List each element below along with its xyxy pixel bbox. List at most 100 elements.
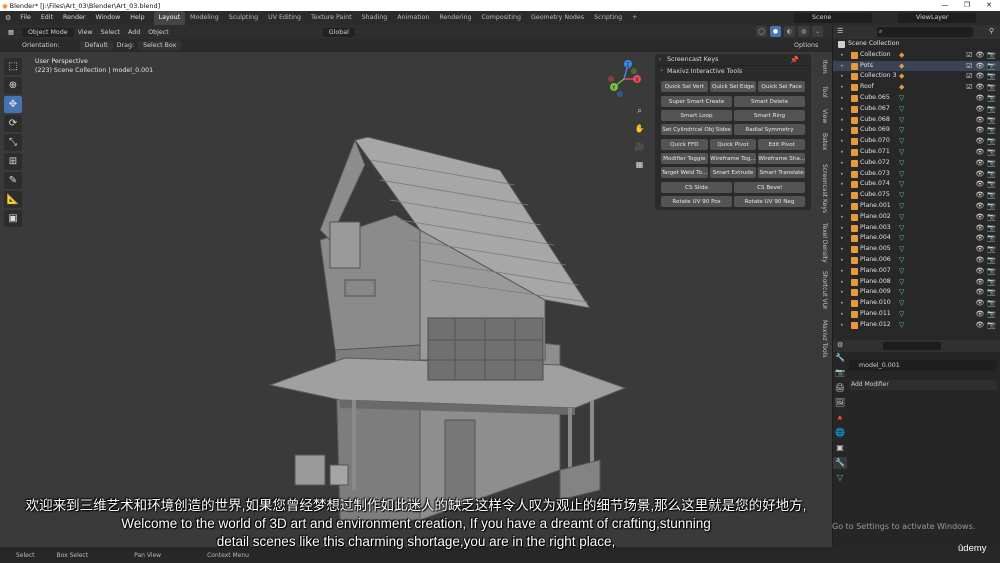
mesh-data-icon[interactable]: ▽ (899, 136, 904, 147)
target-weld-button[interactable]: Target Weld To... (661, 167, 708, 178)
outliner-root[interactable]: Scene Collection (833, 39, 1000, 50)
rotate-tool-icon[interactable]: ⟳ (4, 115, 22, 132)
mesh-data-icon[interactable]: ▽ (899, 158, 904, 169)
maxivz-tools-header[interactable]: Maxivz Interactive Tools (655, 64, 811, 76)
expand-arrow-icon[interactable]: ▸ (841, 255, 844, 266)
expand-arrow-icon[interactable]: ▸ (841, 223, 844, 234)
mesh-data-icon[interactable]: ▽ (899, 201, 904, 212)
outliner-object-row[interactable]: ▸ Plane.010 ▽ 👁 📷 (833, 298, 1000, 309)
camera-icon[interactable]: 🎥 (633, 140, 646, 153)
outliner-object-row[interactable]: ▸ Plane.001 ▽ 👁 📷 (833, 201, 1000, 212)
tab-batex[interactable]: Batex (814, 130, 828, 154)
camera-render-icon[interactable]: 📷 (987, 277, 996, 288)
camera-render-icon[interactable]: 📷 (987, 233, 996, 244)
outliner-collection-row[interactable]: ▸ Collection 3 ◆ ☑ 👁 📷 (833, 71, 1000, 82)
camera-render-icon[interactable]: 📷 (987, 158, 996, 169)
mesh-data-icon[interactable]: ▽ (899, 244, 904, 255)
expand-arrow-icon[interactable]: ▸ (841, 169, 844, 180)
collection-filter-icon[interactable]: ◆ (899, 50, 904, 61)
expand-arrow-icon[interactable]: ▸ (841, 201, 844, 212)
expand-arrow-icon[interactable]: ▸ (841, 298, 844, 309)
eye-icon[interactable]: 👁 (975, 244, 984, 255)
mesh-data-icon[interactable]: ▽ (899, 298, 904, 309)
solid-shading-icon[interactable]: ● (770, 26, 781, 37)
outliner-object-row[interactable]: ▸ Cube.065 ▽ 👁 📷 (833, 93, 1000, 104)
add-workspace-button[interactable]: + (627, 11, 642, 25)
expand-arrow-icon[interactable]: ▸ (841, 277, 844, 288)
mesh-data-icon[interactable]: ▽ (899, 147, 904, 158)
world-properties-icon[interactable]: 🌐 (833, 427, 847, 439)
camera-render-icon[interactable]: 📷 (987, 201, 996, 212)
filter-icon[interactable]: ⚲ (989, 27, 994, 35)
transform-orientation-dropdown[interactable]: Global (322, 27, 355, 37)
menu-render[interactable]: Render (58, 11, 90, 25)
outliner-object-row[interactable]: ▸ Cube.067 ▽ 👁 📷 (833, 104, 1000, 115)
outliner-object-row[interactable]: ▸ Plane.008 ▽ 👁 📷 (833, 277, 1000, 288)
outliner-object-row[interactable]: ▸ Cube.073 ▽ 👁 📷 (833, 169, 1000, 180)
outliner-object-row[interactable]: ▸ Plane.012 ▽ 👁 📷 (833, 320, 1000, 331)
eye-icon[interactable]: 👁 (975, 255, 984, 266)
collection-filter-icon[interactable]: ◆ (899, 61, 904, 72)
properties-search-input[interactable] (883, 342, 941, 350)
view-layer-selector[interactable]: ViewLayer (898, 13, 976, 23)
outliner-object-row[interactable]: ▸ Cube.068 ▽ 👁 📷 (833, 115, 1000, 126)
expand-arrow-icon[interactable]: ▸ (841, 50, 844, 61)
screencast-keys-header[interactable]: Screencast Keys 📌 (655, 54, 811, 65)
tab-texture-paint[interactable]: Texture Paint (306, 11, 357, 25)
eye-icon[interactable]: 👁 (975, 71, 984, 82)
radial-symmetry-button[interactable]: Radial Symmetry (734, 124, 805, 135)
collection-filter-icon[interactable]: ◆ (899, 82, 904, 93)
expand-arrow-icon[interactable]: ▸ (841, 244, 844, 255)
quick-ffd-button[interactable]: Quick FFD (661, 139, 708, 150)
eye-icon[interactable]: 👁 (975, 266, 984, 277)
outliner-object-row[interactable]: ▸ Plane.005 ▽ 👁 📷 (833, 244, 1000, 255)
eye-icon[interactable]: 👁 (975, 287, 984, 298)
exclude-checkbox[interactable]: ☑ (966, 61, 972, 72)
outliner-object-row[interactable]: ▸ Plane.009 ▽ 👁 📷 (833, 287, 1000, 298)
outliner-object-row[interactable]: ▸ Cube.072 ▽ 👁 📷 (833, 158, 1000, 169)
eye-icon[interactable]: 👁 (975, 179, 984, 190)
eye-icon[interactable]: 👁 (975, 201, 984, 212)
annotate-tool-icon[interactable]: ✎ (4, 172, 22, 189)
mesh-data-icon[interactable]: ▽ (899, 93, 904, 104)
eye-icon[interactable]: 👁 (975, 277, 984, 288)
camera-render-icon[interactable]: 📷 (987, 93, 996, 104)
mesh-data-icon[interactable]: ▽ (899, 104, 904, 115)
smart-ring-button[interactable]: Smart Ring (734, 110, 805, 121)
eye-icon[interactable]: 👁 (975, 233, 984, 244)
super-smart-create-button[interactable]: Super Smart Create (661, 96, 732, 107)
quick-pivot-button[interactable]: Quick Pivot (709, 139, 757, 150)
camera-render-icon[interactable]: 📷 (987, 104, 996, 115)
outliner-search-input[interactable]: ⌕ (877, 27, 973, 37)
eye-icon[interactable]: 👁 (975, 169, 984, 180)
outliner-collection-row[interactable]: ▸ Roof ◆ ☑ 👁 📷 (833, 82, 1000, 93)
tab-modeling[interactable]: Modeling (185, 11, 224, 25)
outliner-object-row[interactable]: ▸ Plane.003 ▽ 👁 📷 (833, 223, 1000, 234)
blender-menu-icon[interactable]: ⚙ (5, 14, 11, 22)
camera-render-icon[interactable]: 📷 (987, 147, 996, 158)
eye-icon[interactable]: 👁 (975, 125, 984, 136)
expand-arrow-icon[interactable]: ▸ (841, 266, 844, 277)
exclude-checkbox[interactable]: ☑ (966, 82, 972, 93)
camera-render-icon[interactable]: 📷 (987, 212, 996, 223)
camera-render-icon[interactable]: 📷 (987, 125, 996, 136)
camera-render-icon[interactable]: 📷 (987, 136, 996, 147)
expand-arrow-icon[interactable]: ▸ (841, 179, 844, 190)
eye-icon[interactable]: 👁 (975, 82, 984, 93)
tab-sculpting[interactable]: Sculpting (224, 11, 263, 25)
move-tool-icon[interactable]: ✥ (4, 96, 22, 113)
mesh-data-icon[interactable]: ▽ (899, 233, 904, 244)
eye-icon[interactable]: 👁 (975, 61, 984, 72)
view-menu[interactable]: View (74, 29, 97, 36)
expand-arrow-icon[interactable]: ▸ (841, 115, 844, 126)
tab-tool[interactable]: Tool (814, 82, 828, 102)
outliner-object-row[interactable]: ▸ Plane.006 ▽ 👁 📷 (833, 255, 1000, 266)
mesh-data-icon[interactable]: ▽ (899, 320, 904, 331)
camera-render-icon[interactable]: 📷 (987, 71, 996, 82)
orientation-dropdown[interactable]: Default (79, 41, 113, 50)
eye-icon[interactable]: 👁 (975, 298, 984, 309)
smart-loop-button[interactable]: Smart Loop (661, 110, 732, 121)
cursor-tool-icon[interactable]: ⊕ (4, 77, 22, 94)
camera-render-icon[interactable]: 📷 (987, 115, 996, 126)
outliner-object-row[interactable]: ▸ Plane.011 ▽ 👁 📷 (833, 309, 1000, 320)
